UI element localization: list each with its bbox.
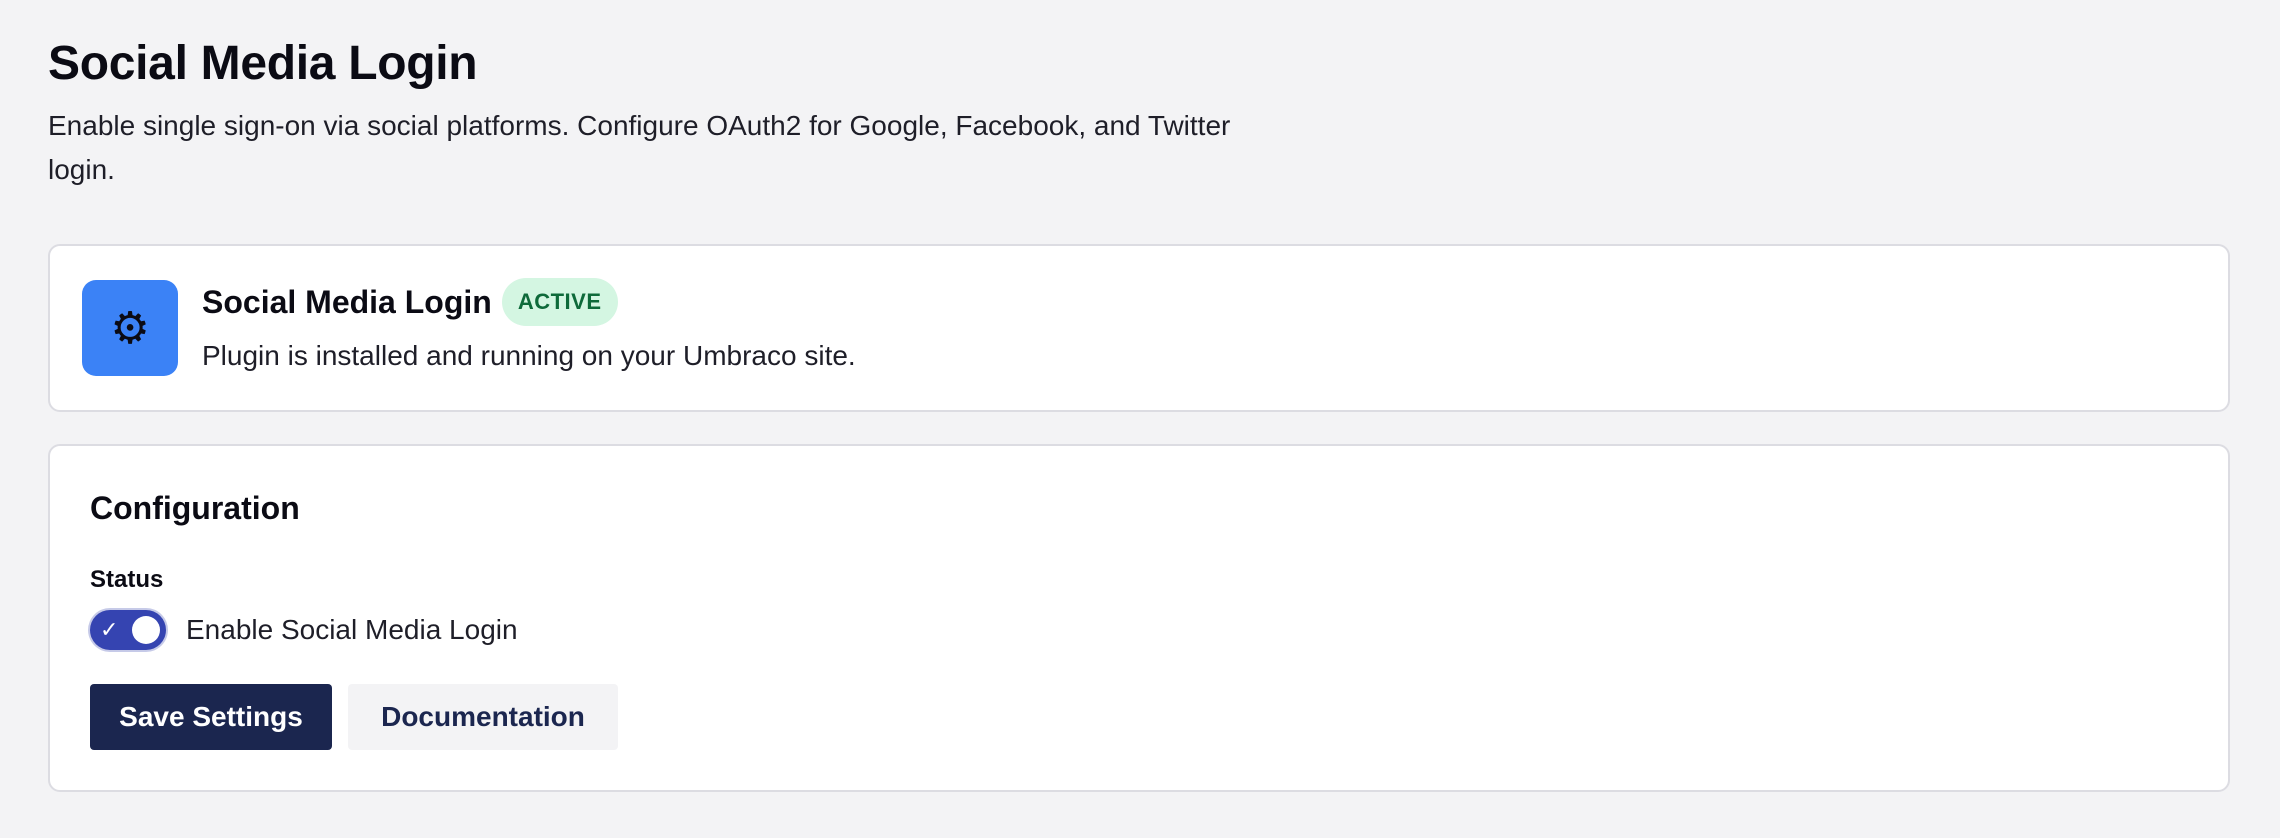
enable-login-toggle[interactable]: ✓ [90, 610, 166, 650]
gear-icon-glyph: ⚙ [110, 303, 150, 353]
toggle-knob [132, 616, 160, 644]
page-description: Enable single sign-on via social platfor… [48, 110, 1231, 185]
save-settings-button[interactable]: Save Settings [90, 684, 332, 750]
plugin-name: Social Media Login [202, 284, 492, 320]
gear-icon: ⚙ [82, 280, 178, 376]
toggle-label[interactable]: Enable Social Media Login [186, 608, 518, 652]
plugin-description: Plugin is installed and running on your … [202, 340, 856, 371]
configuration-card: Configuration Status ✓ Enable Social Med… [48, 444, 2230, 792]
configuration-title: Configuration [90, 490, 300, 526]
status-badge: ACTIVE [501, 278, 618, 326]
page-title: Social Media Login [48, 37, 478, 90]
check-icon: ✓ [100, 617, 119, 642]
action-buttons: Save Settings Documentation [90, 684, 618, 750]
plugin-status-card: ⚙ Social Media Login ACTIVE Plugin is in… [48, 244, 2230, 412]
documentation-button[interactable]: Documentation [348, 684, 618, 750]
plugin-name-row: Social Media Login ACTIVE [202, 278, 618, 326]
enable-toggle-row: ✓ Enable Social Media Login [90, 608, 518, 652]
status-label: Status [90, 566, 164, 593]
